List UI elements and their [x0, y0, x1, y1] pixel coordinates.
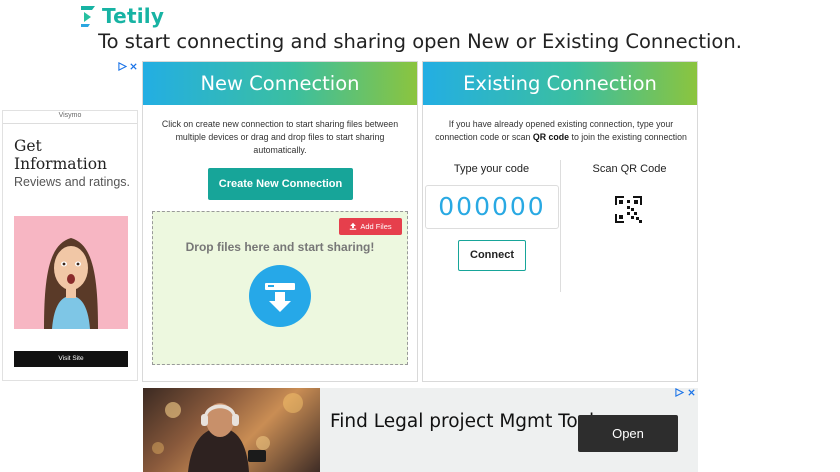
ad-brand: Visymo — [58, 112, 82, 119]
bottom-ad-info-icon[interactable] — [675, 388, 685, 397]
ad-visit-button[interactable]: Visit Site — [14, 351, 128, 367]
new-connection-title: New Connection — [143, 62, 417, 105]
ad-open-button[interactable]: Open — [578, 415, 678, 452]
download-glyph-icon — [265, 283, 295, 312]
upload-icon — [350, 222, 357, 230]
existing-connection-title: Existing Connection — [423, 62, 697, 105]
bottom-ad-close-icon[interactable] — [687, 388, 696, 397]
download-icon[interactable] — [249, 265, 311, 327]
existing-connection-panel: Existing Connection If you have already … — [422, 61, 698, 382]
drop-files-text: Drop files here and start sharing! — [185, 240, 375, 254]
column-divider — [560, 160, 561, 292]
ad-subheading: Reviews and ratings. — [14, 175, 131, 189]
file-dropzone[interactable]: Add Files Drop files here and start shar… — [152, 211, 408, 365]
tetily-logo[interactable]: Tetily — [80, 4, 164, 28]
add-files-button[interactable]: Add Files — [339, 218, 402, 235]
existing-connection-description: If you have already opened existing conn… — [433, 118, 689, 144]
connect-button[interactable]: Connect — [458, 240, 526, 271]
type-code-label: Type your code — [453, 163, 530, 175]
brand-name: Tetily — [102, 4, 165, 28]
create-connection-button[interactable]: Create New Connection — [208, 168, 353, 200]
new-connection-panel: New Connection Click on create new conne… — [142, 61, 418, 382]
ad-photo[interactable] — [14, 216, 128, 329]
bottom-ad[interactable]: Find Legal project Mgmt Tools Open — [143, 388, 698, 472]
left-ad[interactable]: Visymo Get Information Reviews and ratin… — [2, 110, 138, 381]
ad-info-icon[interactable] — [118, 62, 127, 71]
scan-qr-label: Scan QR Code — [592, 163, 667, 175]
connection-code-input[interactable]: 000000 — [425, 185, 559, 229]
ad-image — [143, 388, 320, 472]
logo-mark-icon — [81, 6, 95, 27]
ad-photo-illustration — [14, 216, 128, 329]
ad-close-icon[interactable] — [129, 62, 138, 71]
page-headline: To start connecting and sharing open New… — [98, 30, 742, 53]
add-files-label: Add Files — [360, 222, 392, 231]
qr-code-icon[interactable] — [615, 196, 642, 223]
ad-choices[interactable] — [118, 62, 138, 71]
bottom-ad-title: Find Legal project Mgmt Tools — [330, 411, 604, 432]
ad-heading: Get Information — [14, 137, 108, 173]
qr-code-bold-text: QR code — [532, 132, 570, 142]
ad-image-illustration — [152, 393, 303, 472]
new-connection-description: Click on create new connection to start … — [161, 119, 399, 155]
existing-description-text-end: to join the existing connection — [569, 132, 687, 142]
ad-divider — [3, 123, 137, 124]
bottom-ad-choices[interactable] — [675, 388, 696, 399]
